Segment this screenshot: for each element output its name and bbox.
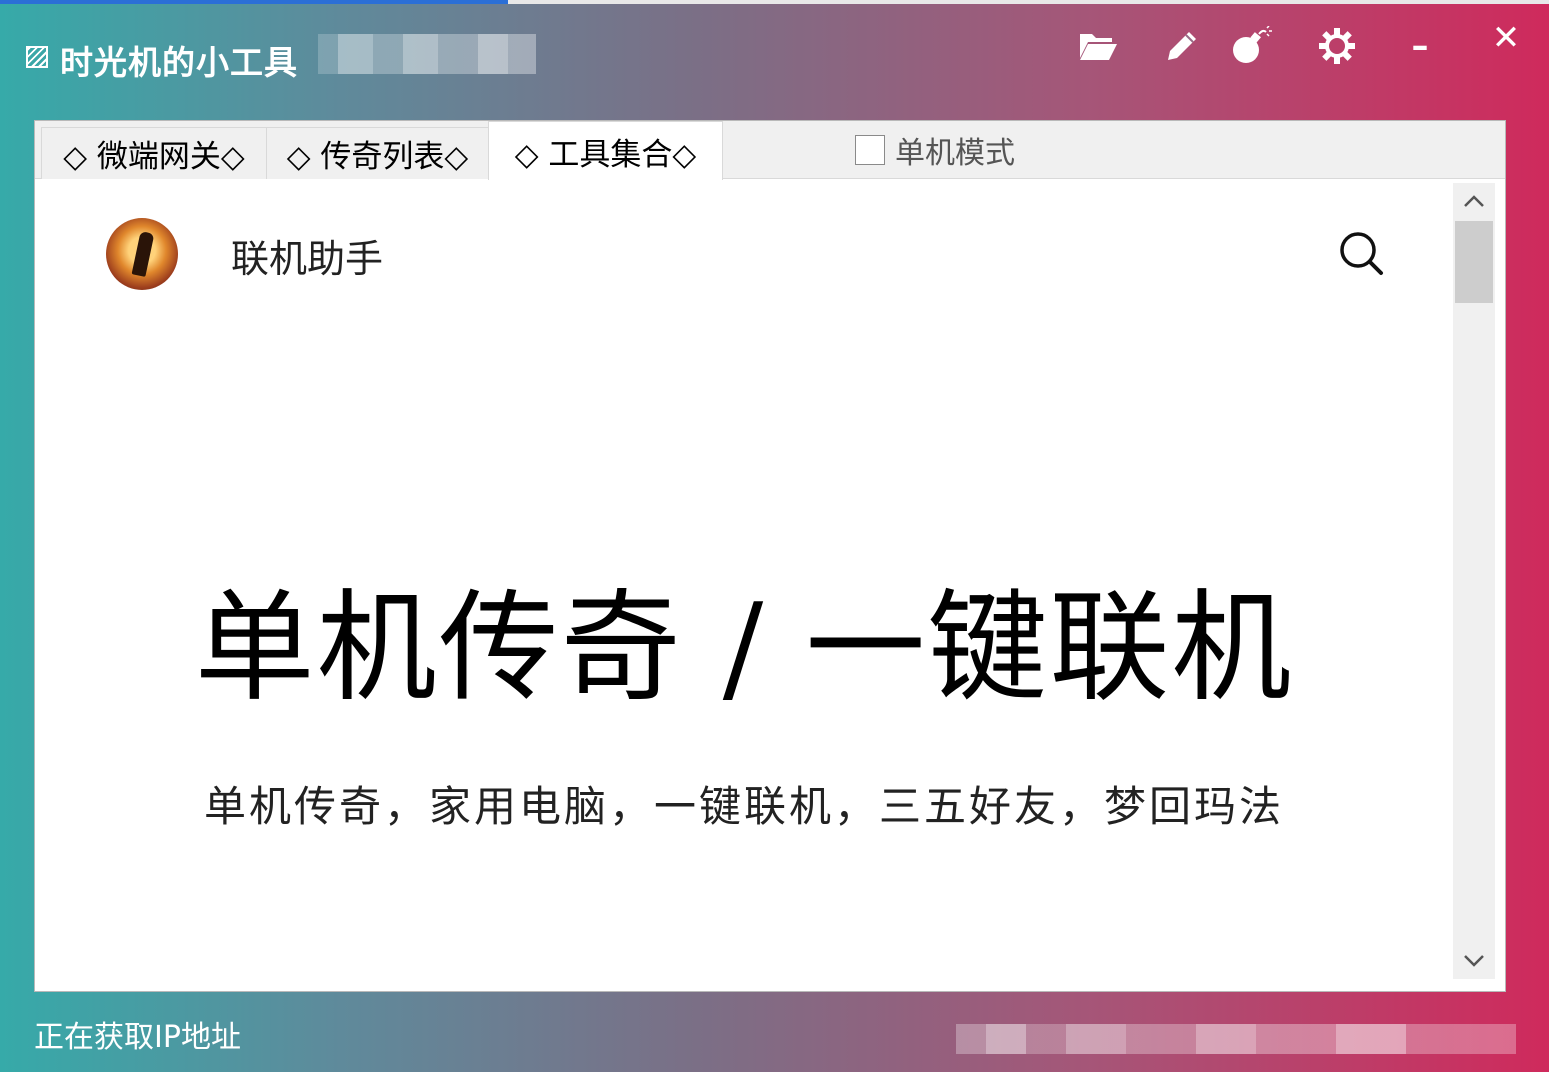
main-panel: ◇ 微端网关◇ ◇ 传奇列表◇ ◇ 工具集合◇ 单机模式 联机助手 单机传奇 /…	[34, 120, 1506, 992]
app-logo-icon	[26, 46, 48, 68]
folder-open-icon	[1080, 34, 1117, 60]
gear-icon	[1319, 28, 1355, 64]
scroll-thumb[interactable]	[1455, 221, 1493, 303]
redacted-status-info	[956, 1024, 1516, 1054]
bomb-icon	[1233, 26, 1272, 63]
standalone-mode-toggle[interactable]: 单机模式	[855, 133, 1015, 171]
minimize-button[interactable]: –	[1396, 22, 1444, 70]
site-name[interactable]: 联机助手	[231, 228, 383, 283]
scroll-down-button[interactable]	[1453, 943, 1495, 979]
hero-title: 单机传奇 / 一键联机	[194, 579, 1294, 718]
bomb-button[interactable]	[1226, 22, 1274, 70]
close-button[interactable]: ✕	[1482, 14, 1530, 62]
redacted-title-suffix	[318, 34, 536, 74]
vertical-scrollbar[interactable]	[1453, 183, 1495, 979]
tab-legend-list[interactable]: ◇ 传奇列表◇	[266, 127, 489, 179]
edit-button[interactable]	[1158, 22, 1206, 70]
standalone-mode-checkbox[interactable]	[855, 135, 885, 165]
scroll-up-button[interactable]	[1453, 183, 1495, 219]
tab-micro-gateway[interactable]: ◇ 微端网关◇	[41, 127, 267, 179]
open-folder-button[interactable]	[1074, 22, 1122, 70]
embedded-web-view: 联机助手 单机传奇 / 一键联机 单机传奇，家用电脑，一键联机，三五好友，梦回玛…	[36, 180, 1452, 990]
hero-subtitle: 单机传奇，家用电脑，一键联机，三五好友，梦回玛法	[203, 782, 1284, 831]
tab-tool-collection[interactable]: ◇ 工具集合◇	[488, 121, 723, 180]
search-icon[interactable]	[1338, 230, 1384, 276]
pencil-icon	[1168, 32, 1196, 60]
settings-button[interactable]	[1313, 22, 1361, 70]
app-window: 时光机的小工具 – ✕ ◇ 微端网关◇ ◇ 传奇列表◇ ◇ 工具集合◇ 单机模式…	[0, 0, 1549, 1072]
site-logo[interactable]	[106, 218, 178, 290]
status-text: 正在获取IP地址	[34, 1020, 241, 1055]
chevron-down-icon	[1464, 955, 1484, 967]
chevron-up-icon	[1464, 195, 1484, 207]
standalone-mode-label: 单机模式	[895, 136, 1015, 171]
tab-strip: ◇ 微端网关◇ ◇ 传奇列表◇ ◇ 工具集合◇ 单机模式	[35, 121, 1505, 180]
title-bar[interactable]: 时光机的小工具 – ✕	[0, 4, 1549, 114]
window-title: 时光机的小工具	[60, 43, 298, 82]
